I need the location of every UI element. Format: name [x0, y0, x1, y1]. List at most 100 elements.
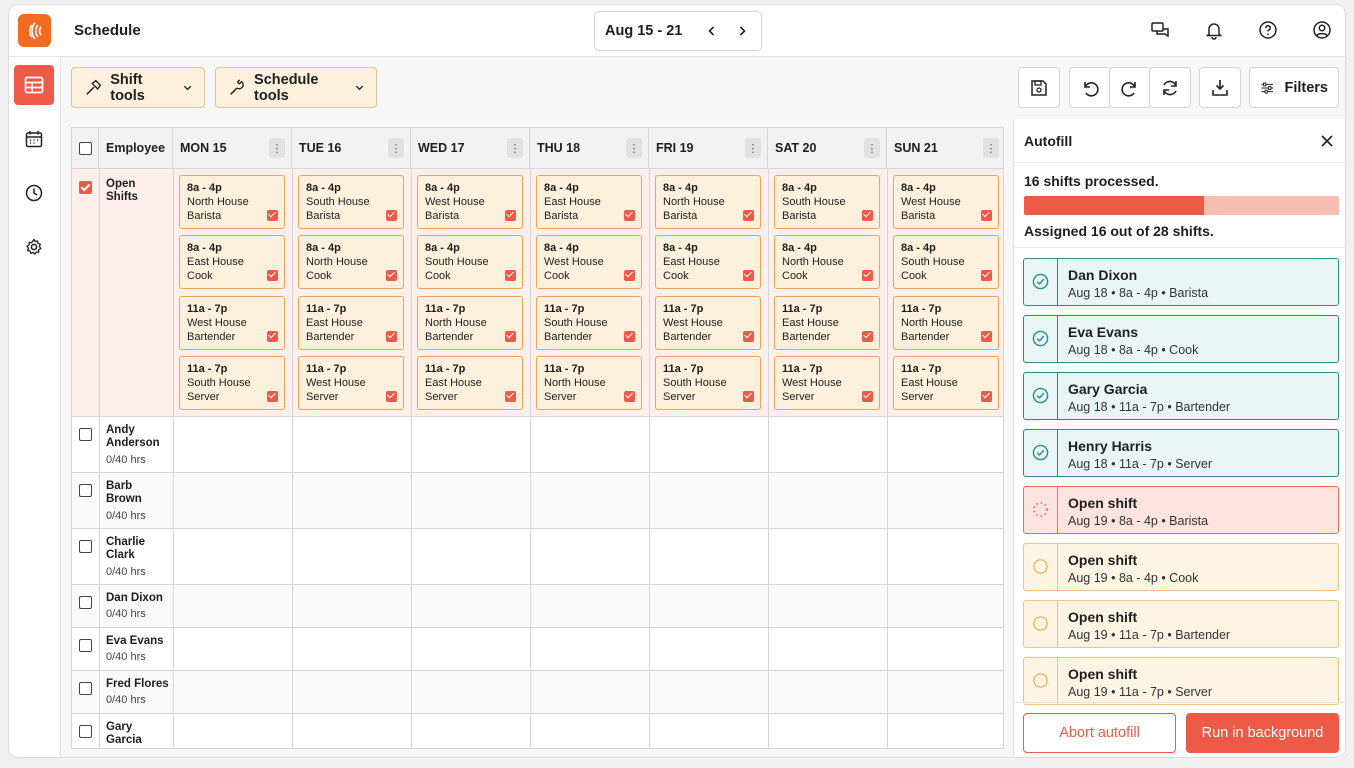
open-shift-card[interactable]: 11a - 7p West House Server [298, 355, 404, 410]
open-shift-card[interactable]: 8a - 4p North House Cook [298, 235, 404, 290]
open-shifts-checkbox[interactable] [79, 181, 92, 194]
open-shift-card[interactable]: 8a - 4p West House Barista [893, 175, 999, 229]
shift-selected-checkbox[interactable] [981, 270, 992, 282]
shift-selected-checkbox[interactable] [981, 330, 992, 342]
day-menu-icon[interactable]: ⋮ [983, 138, 999, 158]
shift-selected-checkbox[interactable] [743, 210, 754, 221]
open-shift-card[interactable]: 11a - 7p North House Bartender [417, 295, 523, 350]
shift-selected-checkbox[interactable] [505, 330, 516, 342]
employee-checkbox[interactable] [79, 682, 92, 695]
close-autofill-button[interactable] [1317, 131, 1337, 151]
autofill-item[interactable]: Open shift Aug 19 • 8a - 4p • Barista [1023, 486, 1339, 534]
autofill-item[interactable]: Henry Harris Aug 18 • 11a - 7p • Server [1023, 429, 1339, 477]
shift-selected-checkbox[interactable] [386, 390, 397, 402]
export-button[interactable] [1199, 67, 1241, 108]
open-shift-card[interactable]: 8a - 4p East House Cook [655, 235, 761, 290]
open-shift-card[interactable]: 11a - 7p West House Bartender [179, 295, 285, 350]
previous-week-button[interactable] [702, 21, 722, 41]
open-shift-card[interactable]: 11a - 7p South House Bartender [536, 295, 642, 350]
open-shift-card[interactable]: 11a - 7p West House Server [774, 355, 880, 410]
open-shift-card[interactable]: 11a - 7p West House Bartender [655, 295, 761, 350]
undo-button[interactable] [1069, 67, 1111, 108]
open-shift-card[interactable]: 11a - 7p North House Bartender [893, 295, 999, 350]
open-shift-card[interactable]: 11a - 7p East House Server [893, 355, 999, 410]
shift-selected-checkbox[interactable] [743, 390, 754, 402]
autofill-item[interactable]: Gary Garcia Aug 18 • 11a - 7p • Bartender [1023, 372, 1339, 420]
shift-selected-checkbox[interactable] [862, 270, 873, 282]
shift-selected-checkbox[interactable] [386, 330, 397, 342]
save-button[interactable] [1018, 67, 1060, 108]
nav-calendar[interactable] [14, 119, 54, 159]
schedule-tools-button[interactable]: Schedule tools [215, 67, 377, 108]
day-menu-icon[interactable]: ⋮ [626, 138, 642, 158]
open-shift-card[interactable]: 11a - 7p South House Server [655, 355, 761, 410]
autofill-item[interactable]: Open shift Aug 19 • 11a - 7p • Server [1023, 657, 1339, 705]
employee-checkbox[interactable] [79, 428, 92, 441]
open-shift-card[interactable]: 8a - 4p South House Barista [774, 175, 880, 229]
run-in-background-button[interactable]: Run in background [1186, 713, 1339, 753]
shift-selected-checkbox[interactable] [743, 270, 754, 282]
open-shift-card[interactable]: 8a - 4p North House Cook [774, 235, 880, 290]
employee-checkbox[interactable] [79, 484, 92, 497]
day-menu-icon[interactable]: ⋮ [864, 138, 880, 158]
shift-selected-checkbox[interactable] [267, 390, 278, 402]
shift-selected-checkbox[interactable] [505, 390, 516, 402]
open-shift-card[interactable]: 11a - 7p South House Server [179, 355, 285, 410]
shift-selected-checkbox[interactable] [505, 210, 516, 221]
help-button[interactable] [1257, 19, 1279, 41]
open-shift-card[interactable]: 8a - 4p South House Barista [298, 175, 404, 229]
open-shift-card[interactable]: 8a - 4p South House Cook [417, 235, 523, 290]
day-menu-icon[interactable]: ⋮ [745, 138, 761, 158]
messages-button[interactable] [1149, 19, 1171, 41]
open-shift-card[interactable]: 8a - 4p West House Barista [417, 175, 523, 229]
shift-selected-checkbox[interactable] [862, 210, 873, 221]
shift-selected-checkbox[interactable] [981, 390, 992, 402]
shift-selected-checkbox[interactable] [624, 330, 635, 342]
shift-selected-checkbox[interactable] [862, 390, 873, 402]
shift-selected-checkbox[interactable] [981, 210, 992, 221]
shift-selected-checkbox[interactable] [386, 210, 397, 221]
filters-button[interactable]: Filters [1249, 67, 1339, 108]
autofill-item[interactable]: Eva Evans Aug 18 • 8a - 4p • Cook [1023, 315, 1339, 363]
nav-settings[interactable] [14, 227, 54, 267]
open-shift-card[interactable]: 8a - 4p West House Cook [536, 235, 642, 290]
open-shift-card[interactable]: 8a - 4p North House Barista [655, 175, 761, 229]
employee-checkbox[interactable] [79, 725, 92, 738]
open-shift-card[interactable]: 8a - 4p East House Cook [179, 235, 285, 290]
open-shift-card[interactable]: 8a - 4p East House Barista [536, 175, 642, 229]
nav-schedule[interactable] [14, 65, 54, 105]
shift-selected-checkbox[interactable] [267, 270, 278, 282]
shift-selected-checkbox[interactable] [505, 270, 516, 282]
open-shift-card[interactable]: 11a - 7p East House Bartender [298, 295, 404, 350]
open-shift-card[interactable]: 11a - 7p North House Server [536, 355, 642, 410]
select-all-checkbox[interactable] [79, 142, 92, 155]
profile-button[interactable] [1311, 19, 1333, 41]
employee-checkbox[interactable] [79, 596, 92, 609]
abort-autofill-button[interactable]: Abort autofill [1023, 713, 1176, 753]
app-logo[interactable] [18, 14, 51, 47]
autofill-item[interactable]: Dan Dixon Aug 18 • 8a - 4p • Barista [1023, 258, 1339, 306]
autofill-item[interactable]: Open shift Aug 19 • 11a - 7p • Bartender [1023, 600, 1339, 648]
employee-checkbox[interactable] [79, 540, 92, 553]
day-menu-icon[interactable]: ⋮ [269, 138, 285, 158]
shift-tools-button[interactable]: Shift tools [71, 67, 205, 108]
day-menu-icon[interactable]: ⋮ [507, 138, 523, 158]
shift-selected-checkbox[interactable] [386, 270, 397, 282]
shift-selected-checkbox[interactable] [624, 210, 635, 221]
redo-button[interactable] [1109, 67, 1151, 108]
day-menu-icon[interactable]: ⋮ [388, 138, 404, 158]
employee-checkbox[interactable] [79, 639, 92, 652]
shift-selected-checkbox[interactable] [624, 270, 635, 282]
open-shift-card[interactable]: 11a - 7p East House Bartender [774, 295, 880, 350]
autofill-item[interactable]: Open shift Aug 19 • 8a - 4p • Cook [1023, 543, 1339, 591]
shift-selected-checkbox[interactable] [743, 330, 754, 342]
shift-selected-checkbox[interactable] [624, 390, 635, 402]
open-shift-card[interactable]: 11a - 7p East House Server [417, 355, 523, 410]
shift-selected-checkbox[interactable] [862, 330, 873, 342]
open-shift-card[interactable]: 8a - 4p South House Cook [893, 235, 999, 290]
next-week-button[interactable] [732, 21, 752, 41]
nav-time-clock[interactable] [14, 173, 54, 213]
open-shift-card[interactable]: 8a - 4p North House Barista [179, 175, 285, 229]
shift-selected-checkbox[interactable] [267, 330, 278, 342]
shift-selected-checkbox[interactable] [267, 210, 278, 221]
